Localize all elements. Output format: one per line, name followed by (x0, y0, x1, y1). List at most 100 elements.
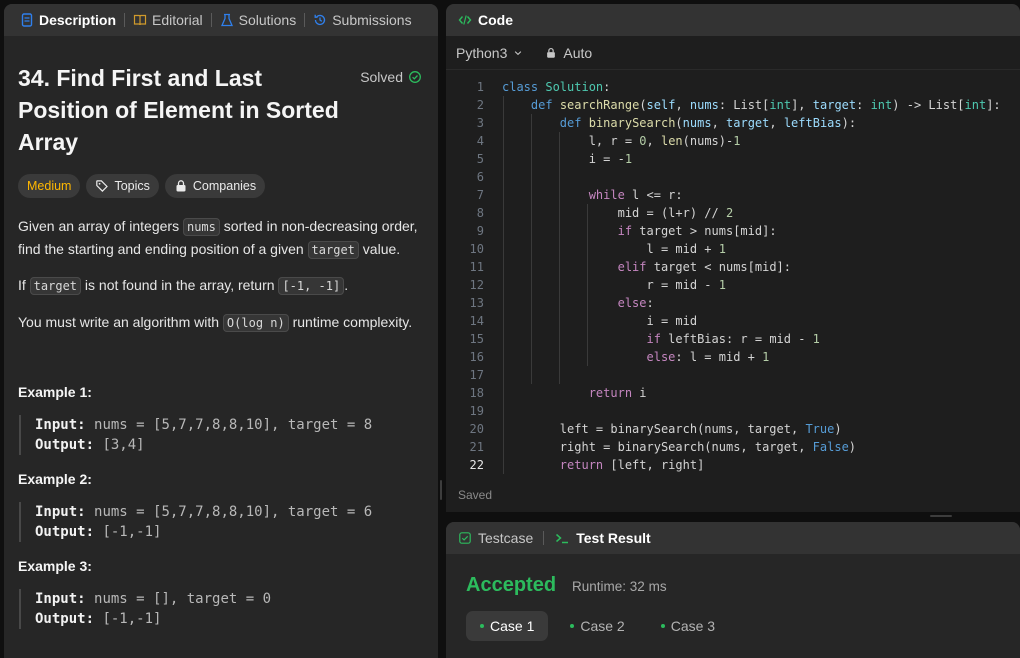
code-text: else: (617, 296, 654, 310)
document-icon (21, 13, 33, 27)
tag-icon (96, 180, 109, 192)
case-label: Case 1 (490, 618, 535, 634)
line-number: 13 (469, 296, 484, 310)
example-output: [3,4] (102, 437, 145, 453)
text: . (344, 277, 349, 293)
code-text: while l <= r: (588, 188, 683, 202)
text: Given an array of integers (18, 218, 183, 234)
book-icon (133, 14, 147, 26)
line-number: 22 (469, 458, 484, 472)
line-number: 1 (476, 80, 484, 94)
code-line: 19 (446, 402, 1020, 420)
code-line: 2 def searchRange(self, nums: List[int],… (446, 96, 1020, 114)
code-text: def binarySearch(nums, target, leftBias)… (559, 116, 857, 130)
tab-description[interactable]: Description (14, 4, 122, 36)
solved-status: Solved (360, 69, 422, 85)
tab-editorial[interactable]: Editorial (127, 4, 209, 36)
example-input: nums = [], target = 0 (94, 591, 272, 607)
text: runtime complexity. (288, 313, 413, 330)
line-number: 9 (476, 224, 484, 238)
code-line: 3 def binarySearch(nums, target, leftBia… (446, 114, 1020, 132)
tab-description-label: Description (39, 12, 117, 28)
line-number: 7 (476, 188, 484, 202)
code-line: 21 right = binarySearch(nums, target, Fa… (446, 438, 1020, 456)
inline-code: nums (182, 218, 220, 236)
code-panel-title: Code (478, 12, 513, 28)
companies-label: Companies (192, 179, 257, 193)
output-label: Output: (35, 524, 95, 540)
tab-divider (124, 13, 126, 27)
text: If (18, 277, 30, 293)
result-tab-bar: Testcase Test Result (446, 522, 1020, 554)
code-brackets-icon (458, 15, 472, 25)
tab-submissions[interactable]: Submissions (307, 4, 417, 36)
problem-title[interactable]: 34. Find First and Last Position of Elem… (18, 62, 358, 158)
language-select[interactable]: Python3 (456, 45, 523, 61)
flask-icon (220, 13, 233, 27)
case-tab-2[interactable]: Case 2 (556, 611, 638, 641)
checkbox-icon (459, 532, 471, 544)
inline-code: target (29, 277, 82, 295)
autocomplete-mode[interactable]: Auto (545, 45, 592, 61)
code-text: mid = (l+r) // 2 (502, 206, 734, 220)
code-line: 16 else: l = mid + 1 (446, 348, 1020, 366)
problem-tags: Medium Topics Companies (18, 174, 424, 198)
example-block: Input: nums = [], target = 0 Output: [-1… (19, 589, 424, 629)
vertical-splitter-handle[interactable] (440, 480, 442, 500)
line-number: 21 (469, 440, 484, 454)
code-text: i = mid (502, 314, 698, 328)
tab-divider (304, 13, 306, 27)
pass-dot-icon (570, 624, 575, 628)
code-line: 6 (446, 168, 1020, 186)
code-text: else: l = mid + 1 (646, 350, 770, 364)
line-number: 11 (469, 260, 484, 274)
code-line: 1 class Solution: (446, 78, 1020, 96)
inline-code: O(log n) (222, 313, 289, 332)
input-label: Input: (35, 504, 86, 520)
tab-testcase-label: Testcase (478, 530, 534, 546)
lock-icon (547, 47, 556, 58)
example-input: nums = [5,7,7,8,8,10], target = 6 (94, 504, 373, 520)
pass-dot-icon (660, 624, 665, 628)
code-line: 8 mid = (l+r) // 2 (446, 204, 1020, 222)
example-1: Example 1: Input: nums = [5,7,7,8,8,10],… (18, 384, 424, 455)
difficulty-badge: Medium (18, 174, 81, 198)
code-line: 13 else: (446, 294, 1020, 312)
check-circle-icon (409, 71, 421, 83)
example-heading: Example 2: (18, 471, 92, 487)
line-number: 16 (469, 350, 484, 364)
example-heading: Example 1: (18, 384, 92, 400)
line-number: 3 (476, 116, 484, 130)
code-line: 11 elif target < nums[mid]: (446, 258, 1020, 276)
code-text: def searchRange(self, nums: List[int], t… (530, 98, 1001, 112)
language-label: Python3 (456, 44, 508, 61)
example-heading: Example 3: (18, 558, 92, 574)
topics-button[interactable]: Topics (86, 174, 159, 198)
result-panel: Testcase Test Result Accepted Runtime: 3… (446, 522, 1020, 658)
pass-dot-icon (480, 624, 484, 628)
tab-solutions[interactable]: Solutions (214, 4, 303, 36)
line-number: 4 (476, 134, 484, 148)
companies-button[interactable]: Companies (164, 174, 266, 198)
chevron-down-icon (515, 50, 522, 55)
code-line: 12 r = mid - 1 (446, 276, 1020, 294)
case-tab-1[interactable]: Case 1 (466, 611, 549, 641)
output-label: Output: (35, 437, 95, 453)
line-number: 5 (476, 152, 484, 166)
code-line: 22 return [left, right] (446, 456, 1020, 474)
horizontal-splitter-handle[interactable] (930, 515, 952, 517)
tab-testcase[interactable]: Testcase (458, 530, 533, 546)
code-editor[interactable]: 1 class Solution: 2 def searchRange(self,… (446, 78, 1020, 474)
example-2: Example 2: Input: nums = [5,7,7,8,8,10],… (18, 471, 424, 542)
line-number: 19 (469, 404, 484, 418)
code-text: if leftBias: r = mid - 1 (646, 332, 820, 346)
tab-test-result[interactable]: Test Result (554, 530, 651, 546)
code-line: 5 i = -1 (446, 150, 1020, 168)
tab-editorial-label: Editorial (152, 12, 203, 28)
case-tab-3[interactable]: Case 3 (647, 611, 729, 641)
code-text: l = mid + 1 (502, 242, 726, 256)
code-text: class Solution: (502, 80, 611, 94)
code-text: return i (588, 386, 647, 400)
tab-test-result-label: Test Result (576, 530, 651, 546)
case-tabs: Case 1 Case 2 Case 3 (446, 611, 1020, 641)
